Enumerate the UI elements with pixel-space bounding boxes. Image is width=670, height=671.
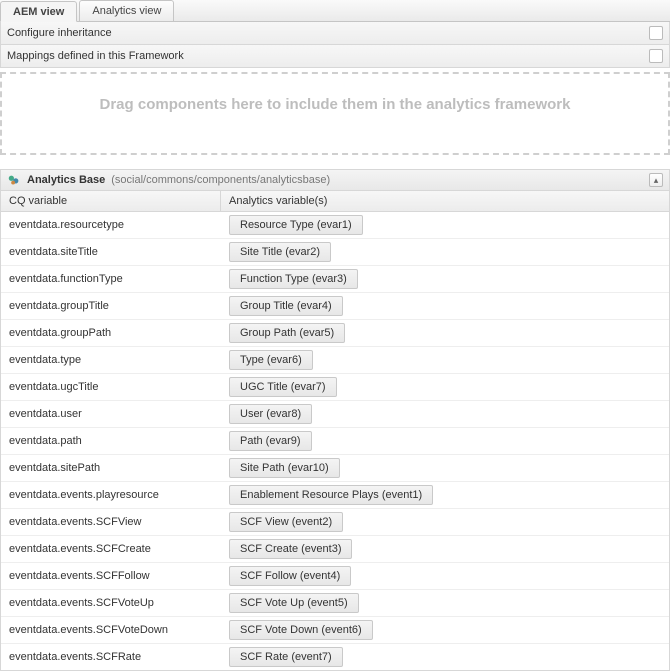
configure-inheritance-panel[interactable]: Configure inheritance xyxy=(0,22,670,45)
analytics-variable-cell: Path (evar9) xyxy=(221,428,669,454)
table-row[interactable]: eventdata.ugcTitle UGC Title (evar7) xyxy=(1,374,669,401)
analytics-variable-chip[interactable]: SCF Rate (event7) xyxy=(229,647,343,667)
analytics-variable-cell: SCF Follow (event4) xyxy=(221,563,669,589)
table-row[interactable]: eventdata.user User (evar8) xyxy=(1,401,669,428)
analytics-variable-cell: Function Type (evar3) xyxy=(221,266,669,292)
configure-inheritance-checkbox[interactable] xyxy=(649,26,663,40)
configure-inheritance-label: Configure inheritance xyxy=(7,27,112,39)
cq-variable-cell: eventdata.groupTitle xyxy=(1,297,221,315)
analytics-variable-chip[interactable]: Function Type (evar3) xyxy=(229,269,358,289)
cq-variable-cell: eventdata.events.SCFVoteDown xyxy=(1,621,221,639)
cq-variable-cell: eventdata.functionType xyxy=(1,270,221,288)
analytics-variable-cell: Resource Type (evar1) xyxy=(221,212,669,238)
analytics-variable-chip[interactable]: Group Path (evar5) xyxy=(229,323,345,343)
cq-variable-cell: eventdata.events.SCFCreate xyxy=(1,540,221,558)
analytics-variable-cell: UGC Title (evar7) xyxy=(221,374,669,400)
analytics-variable-cell: Type (evar6) xyxy=(221,347,669,373)
cq-variable-cell: eventdata.events.SCFRate xyxy=(1,648,221,666)
table-row[interactable]: eventdata.functionType Function Type (eva… xyxy=(1,266,669,293)
header-analytics-variables[interactable]: Analytics variable(s) xyxy=(221,191,669,211)
table-row[interactable]: eventdata.sitePath Site Path (evar10) xyxy=(1,455,669,482)
collapse-toggle-icon[interactable]: ▴ xyxy=(649,173,663,187)
analytics-variable-cell: Site Path (evar10) xyxy=(221,455,669,481)
dropzone-text: Drag components here to include them in … xyxy=(100,96,571,113)
table-row[interactable]: eventdata.groupPath Group Path (evar5) xyxy=(1,320,669,347)
analytics-variable-cell: SCF Create (event3) xyxy=(221,536,669,562)
cq-variable-cell: eventdata.siteTitle xyxy=(1,243,221,261)
analytics-variable-chip[interactable]: SCF Vote Up (event5) xyxy=(229,593,359,613)
tab-analytics-view[interactable]: Analytics view xyxy=(79,0,174,21)
cq-variable-cell: eventdata.sitePath xyxy=(1,459,221,477)
mappings-label: Mappings defined in this Framework xyxy=(7,50,184,62)
table-header: CQ variable Analytics variable(s) xyxy=(1,191,669,212)
analytics-variable-cell: Group Path (evar5) xyxy=(221,320,669,346)
cq-variable-cell: eventdata.ugcTitle xyxy=(1,378,221,396)
analytics-variable-chip[interactable]: Path (evar9) xyxy=(229,431,312,451)
section-title: Analytics Base xyxy=(27,174,105,186)
analytics-variable-cell: Group Title (evar4) xyxy=(221,293,669,319)
table-row[interactable]: eventdata.events.SCFView SCF View (event2… xyxy=(1,509,669,536)
analytics-variable-chip[interactable]: Resource Type (evar1) xyxy=(229,215,363,235)
analytics-variable-cell: Enablement Resource Plays (event1) xyxy=(221,482,669,508)
table-row[interactable]: eventdata.events.playresource Enablement … xyxy=(1,482,669,509)
analytics-variable-chip[interactable]: Site Path (evar10) xyxy=(229,458,340,478)
analytics-variable-cell: SCF Rate (event7) xyxy=(221,644,669,670)
table-row[interactable]: eventdata.siteTitle Site Title (evar2) xyxy=(1,239,669,266)
component-dropzone[interactable]: Drag components here to include them in … xyxy=(0,72,670,155)
mapping-table: CQ variable Analytics variable(s) eventd… xyxy=(0,191,670,671)
analytics-variable-cell: Site Title (evar2) xyxy=(221,239,669,265)
section-path: (social/commons/components/analyticsbase… xyxy=(111,174,330,186)
cq-variable-cell: eventdata.resourcetype xyxy=(1,216,221,234)
analytics-variable-chip[interactable]: Type (evar6) xyxy=(229,350,313,370)
mappings-checkbox[interactable] xyxy=(649,49,663,63)
analytics-variable-cell: SCF Vote Up (event5) xyxy=(221,590,669,616)
cq-variable-cell: eventdata.events.playresource xyxy=(1,486,221,504)
analytics-variable-chip[interactable]: SCF Vote Down (event6) xyxy=(229,620,373,640)
table-row[interactable]: eventdata.events.SCFVoteDown SCF Vote Dow… xyxy=(1,617,669,644)
view-tabs: AEM view Analytics view xyxy=(0,0,670,22)
cq-variable-cell: eventdata.user xyxy=(1,405,221,423)
tab-aem-view[interactable]: AEM view xyxy=(0,1,77,22)
analytics-variable-chip[interactable]: SCF Create (event3) xyxy=(229,539,352,559)
table-row[interactable]: eventdata.path Path (evar9) xyxy=(1,428,669,455)
analytics-variable-cell: SCF View (event2) xyxy=(221,509,669,535)
analytics-variable-cell: User (evar8) xyxy=(221,401,669,427)
header-cq-variable[interactable]: CQ variable xyxy=(1,191,221,211)
cq-variable-cell: eventdata.events.SCFView xyxy=(1,513,221,531)
table-row[interactable]: eventdata.events.SCFRate SCF Rate (event7… xyxy=(1,644,669,670)
mappings-panel[interactable]: Mappings defined in this Framework xyxy=(0,45,670,68)
analytics-variable-chip[interactable]: SCF View (event2) xyxy=(229,512,343,532)
table-row[interactable]: eventdata.groupTitle Group Title (evar4) xyxy=(1,293,669,320)
analytics-base-header[interactable]: Analytics Base (social/commons/component… xyxy=(0,169,670,191)
analytics-variable-chip[interactable]: Group Title (evar4) xyxy=(229,296,343,316)
table-row[interactable]: eventdata.events.SCFCreate SCF Create (ev… xyxy=(1,536,669,563)
component-icon xyxy=(7,173,21,187)
cq-variable-cell: eventdata.events.SCFVoteUp xyxy=(1,594,221,612)
cq-variable-cell: eventdata.type xyxy=(1,351,221,369)
analytics-variable-chip[interactable]: SCF Follow (event4) xyxy=(229,566,351,586)
analytics-variable-cell: SCF Vote Down (event6) xyxy=(221,617,669,643)
analytics-variable-chip[interactable]: Enablement Resource Plays (event1) xyxy=(229,485,433,505)
analytics-variable-chip[interactable]: UGC Title (evar7) xyxy=(229,377,337,397)
analytics-variable-chip[interactable]: Site Title (evar2) xyxy=(229,242,331,262)
table-row[interactable]: eventdata.events.SCFFollow SCF Follow (ev… xyxy=(1,563,669,590)
analytics-variable-chip[interactable]: User (evar8) xyxy=(229,404,312,424)
cq-variable-cell: eventdata.path xyxy=(1,432,221,450)
cq-variable-cell: eventdata.groupPath xyxy=(1,324,221,342)
table-row[interactable]: eventdata.type Type (evar6) xyxy=(1,347,669,374)
table-row[interactable]: eventdata.resourcetype Resource Type (eva… xyxy=(1,212,669,239)
cq-variable-cell: eventdata.events.SCFFollow xyxy=(1,567,221,585)
